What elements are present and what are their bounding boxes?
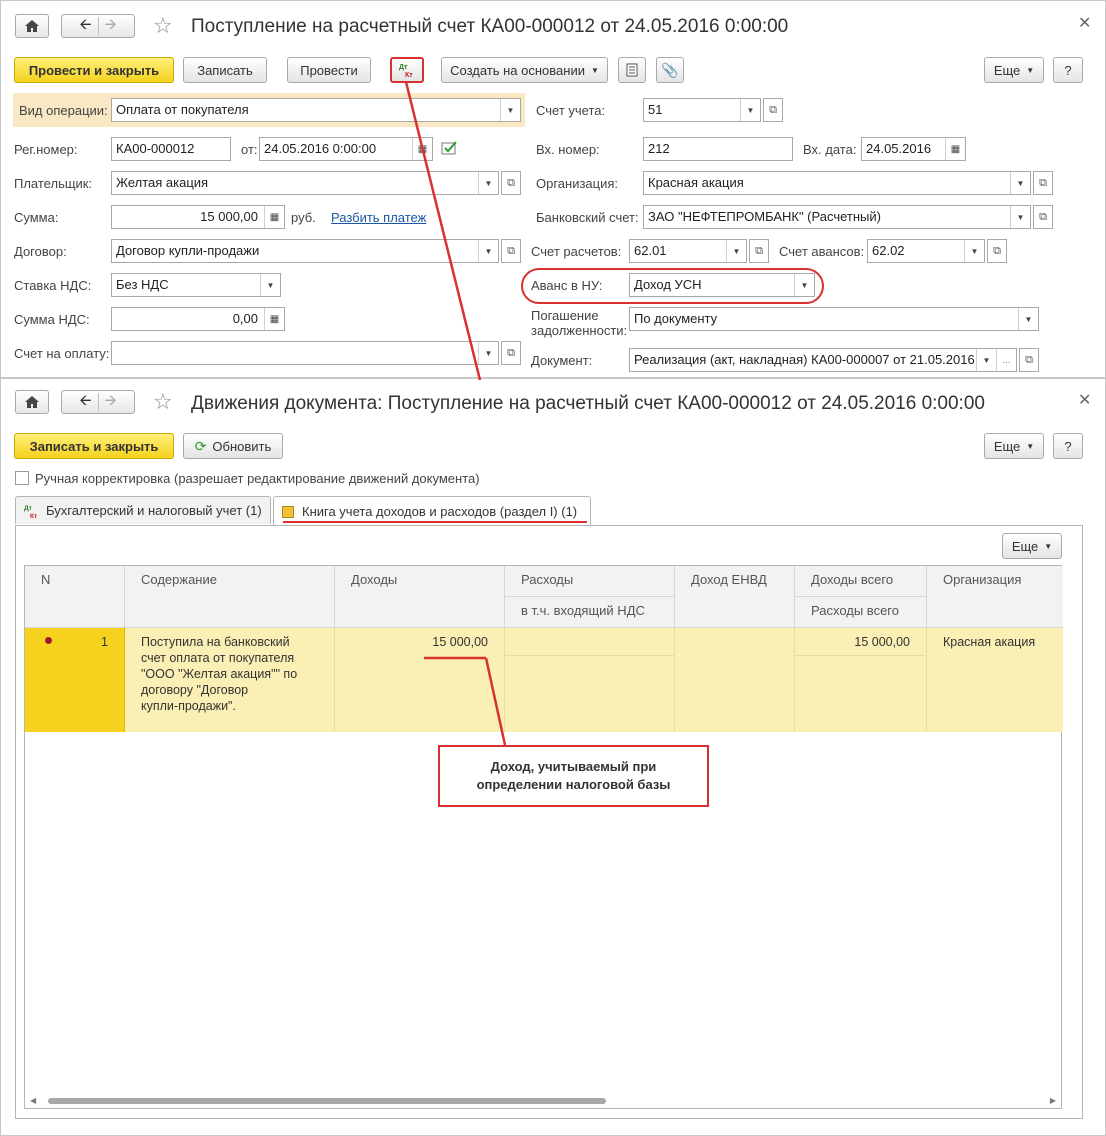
horizontal-scrollbar[interactable]: ◀ ▶: [30, 1096, 1056, 1106]
scroll-right-icon[interactable]: ▶: [1050, 1096, 1056, 1105]
annotation-callout: Доход, учитываемый при определении налог…: [438, 745, 709, 807]
scrollbar-thumb[interactable]: [48, 1098, 606, 1104]
scroll-left-icon[interactable]: ◀: [30, 1096, 36, 1105]
annotation-lines: [404, 81, 507, 746]
